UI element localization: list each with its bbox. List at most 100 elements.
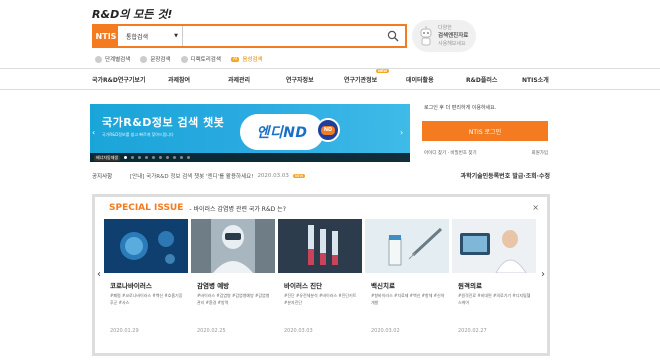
- pager-dot[interactable]: [166, 156, 170, 159]
- new-badge: NEW: [292, 174, 306, 178]
- card-date: 2020.01.29: [110, 328, 139, 334]
- special-issue: SPECIAL ISSUE - 바이러스 감염병 관련 국가 R&D 는? × …: [92, 194, 550, 356]
- pager-dot[interactable]: [180, 156, 184, 159]
- pager-dot[interactable]: [131, 156, 135, 159]
- researcher-cert-link[interactable]: 과학기술인등록번호 발급·조회·수정: [461, 171, 550, 180]
- special-header: SPECIAL ISSUE - 바이러스 감염병 관련 국가 R&D 는?: [109, 203, 286, 213]
- radio-icon: [95, 55, 102, 63]
- close-icon[interactable]: ×: [532, 203, 539, 212]
- card-title: 원격의료: [458, 282, 482, 290]
- nav-item-management[interactable]: 과제관리: [228, 75, 250, 84]
- search-options: 단계별검색 문장검색 디렉토리검색 AI 음성검색: [95, 55, 263, 63]
- nav-label: 국가R&D연구기보기: [92, 77, 146, 84]
- nav-label: 연구자정보: [286, 77, 314, 84]
- banner-pager: 배너자동재생: [90, 153, 410, 162]
- card-title: 코로나바이러스: [110, 282, 152, 290]
- banner-subtitle: 국가R&D정보를 쉽고 빠르게 찾아드립니다: [102, 132, 174, 137]
- vaccine-image: [365, 219, 449, 273]
- login-links: 아이디 찾기 · 비밀번호 찾기 회원가입: [424, 150, 548, 156]
- pager-dot[interactable]: [152, 156, 156, 159]
- assistant-text: 다양한 검색엔진자료 사용해보세요: [438, 24, 468, 48]
- nav-item-participation[interactable]: 과제참여: [168, 75, 190, 84]
- page: R&D의 모든 것! NTIS 통합검색 ▼ 다양한 검색엔진자료 사용해보세요: [0, 0, 660, 360]
- nav-item-institution[interactable]: 연구기관정보 NEW: [344, 69, 390, 84]
- option-label: 디렉토리검색: [190, 57, 221, 63]
- issue-card[interactable]: 백신치료 #항바이러스 #치료제 #백신 #항체 #신약개발 2020.03.0…: [365, 219, 449, 351]
- card-date: 2020.03.03: [284, 328, 313, 334]
- issue-card[interactable]: 감염병 예방 #바이러스 #감염병 #감염병예방 #감염병관리 #환경 #방역 …: [191, 219, 275, 351]
- nav-label: R&D플러스: [466, 77, 498, 84]
- card-title: 백신치료: [371, 282, 395, 290]
- virus-image: [104, 219, 188, 273]
- assistant-line2: 검색엔진자료: [438, 33, 469, 39]
- search-bar: NTIS 통합검색 ▼: [92, 24, 407, 48]
- pager-dot[interactable]: [145, 156, 149, 159]
- test-tube-image: [278, 219, 362, 273]
- notice-bar: 공지사항 [안내] 국가R&D 정보 검색 챗봇 '엔디'를 활용하세요! 20…: [92, 172, 550, 180]
- robot-icon: [420, 26, 432, 46]
- pager-dot[interactable]: [173, 156, 177, 159]
- nav-item-rnd-plus[interactable]: R&D플러스: [466, 75, 497, 84]
- notice-date: 2020.03.03: [257, 173, 289, 179]
- chatbot-logo: 엔디ND: [240, 114, 324, 150]
- issue-card[interactable]: 코로나바이러스 #폐렴 #코로나바이러스 #백신 #호흡기증후군 #사스 202…: [104, 219, 188, 351]
- issue-card[interactable]: 바이러스 진단 #진단 #유전체분석 #바이러스 #진단키트 #분자진단 202…: [278, 219, 362, 351]
- carousel-prev-icon[interactable]: ‹: [97, 269, 101, 280]
- search-button[interactable]: [381, 26, 405, 46]
- card-tags: #원격진료 #비대면 #의료기기 #디지털헬스케어: [458, 293, 531, 305]
- radio-icon: [140, 55, 148, 63]
- radio-icon: [180, 55, 188, 63]
- ntis-logo[interactable]: NTIS: [94, 26, 118, 46]
- pager-dot[interactable]: [187, 156, 191, 159]
- find-account-link[interactable]: 아이디 찾기 · 비밀번호 찾기: [424, 150, 477, 156]
- issue-card[interactable]: 원격의료 #원격진료 #비대면 #의료기기 #디지털헬스케어 2020.02.2…: [452, 219, 536, 351]
- card-tags: #폐렴 #코로나바이러스 #백신 #호흡기증후군 #사스: [110, 293, 183, 305]
- nav-label: 과제관리: [228, 77, 251, 84]
- card-tags: #진단 #유전체분석 #바이러스 #진단키트 #분자진단: [284, 293, 357, 305]
- telemedicine-image: [452, 219, 536, 274]
- banner-title: 국가R&D정보 검색 챗봇: [102, 116, 225, 129]
- main-nav: 국가R&D연구기보기 과제참여 과제관리 연구자정보 연구기관정보 NEW 데이터…: [0, 68, 660, 90]
- card-tags: #항바이러스 #치료제 #백신 #항체 #신약개발: [371, 293, 445, 305]
- chatbot-mascot-icon: ND: [316, 118, 340, 142]
- option-sentence-search[interactable]: 문장검색: [140, 55, 171, 63]
- login-panel: 로그인 후 더 편리하게 이용하세요. NTIS 로그인 아이디 찾기 · 비밀…: [420, 104, 550, 162]
- nav-label: 연구기관정보: [344, 77, 378, 84]
- slogan: R&D의 모든 것!: [92, 8, 173, 21]
- new-badge: NEW: [375, 69, 390, 73]
- assistant-bubble[interactable]: 다양한 검색엔진자료 사용해보세요: [412, 20, 476, 52]
- nav-item-rnd[interactable]: 국가R&D연구기보기: [92, 75, 145, 84]
- option-label: 문장검색: [150, 57, 171, 63]
- option-step-search[interactable]: 단계별검색: [95, 55, 130, 63]
- option-directory-search[interactable]: 디렉토리검색: [180, 55, 221, 63]
- pager-dot[interactable]: [159, 156, 163, 159]
- pager-dot[interactable]: [124, 156, 128, 159]
- issue-cards: 코로나바이러스 #폐렴 #코로나바이러스 #백신 #호흡기증후군 #사스 202…: [104, 219, 536, 351]
- special-subtitle: - 바이러스 감염병 관련 국가 R&D 는?: [189, 205, 286, 213]
- nav-item-researcher[interactable]: 연구자정보: [286, 75, 314, 84]
- special-title: SPECIAL ISSUE: [109, 203, 184, 213]
- nav-item-data[interactable]: 데이터활용: [406, 75, 434, 84]
- nav-label: 데이터활용: [406, 77, 434, 84]
- card-title: 바이러스 진단: [284, 282, 323, 290]
- join-link[interactable]: 회원가입: [531, 150, 548, 156]
- nav-item-about[interactable]: NTIS소개: [522, 75, 549, 84]
- card-tags: #바이러스 #감염병 #감염병예방 #감염병관리 #환경 #방역: [197, 293, 270, 305]
- nav-label: 과제참여: [168, 77, 191, 84]
- chatbot-name: 엔디ND: [256, 125, 308, 141]
- carousel-next-icon[interactable]: ›: [541, 269, 545, 280]
- main-banner[interactable]: ‹ 국가R&D정보 검색 챗봇 국가R&D정보를 쉽고 빠르게 찾아드립니다 엔…: [90, 104, 410, 162]
- search-scope-select[interactable]: 통합검색 ▼: [118, 26, 182, 46]
- card-title: 감염병 예방: [197, 282, 230, 290]
- notice-label: 공지사항: [92, 174, 113, 180]
- option-label: 단계별검색: [105, 57, 131, 63]
- pager-dot[interactable]: [138, 156, 142, 159]
- search-input[interactable]: [182, 26, 381, 46]
- banner-prev-icon[interactable]: ‹: [92, 128, 98, 138]
- chevron-down-icon: ▼: [174, 33, 178, 39]
- option-voice-search[interactable]: AI 음성검색: [230, 55, 263, 63]
- banner-next-icon[interactable]: ›: [400, 128, 406, 138]
- banner-autoplay-button[interactable]: 배너자동재생: [94, 154, 121, 161]
- login-button[interactable]: NTIS 로그인: [422, 121, 548, 141]
- notice-link[interactable]: [안내] 국가R&D 정보 검색 챗봇 '엔디'를 활용하세요!: [130, 172, 253, 180]
